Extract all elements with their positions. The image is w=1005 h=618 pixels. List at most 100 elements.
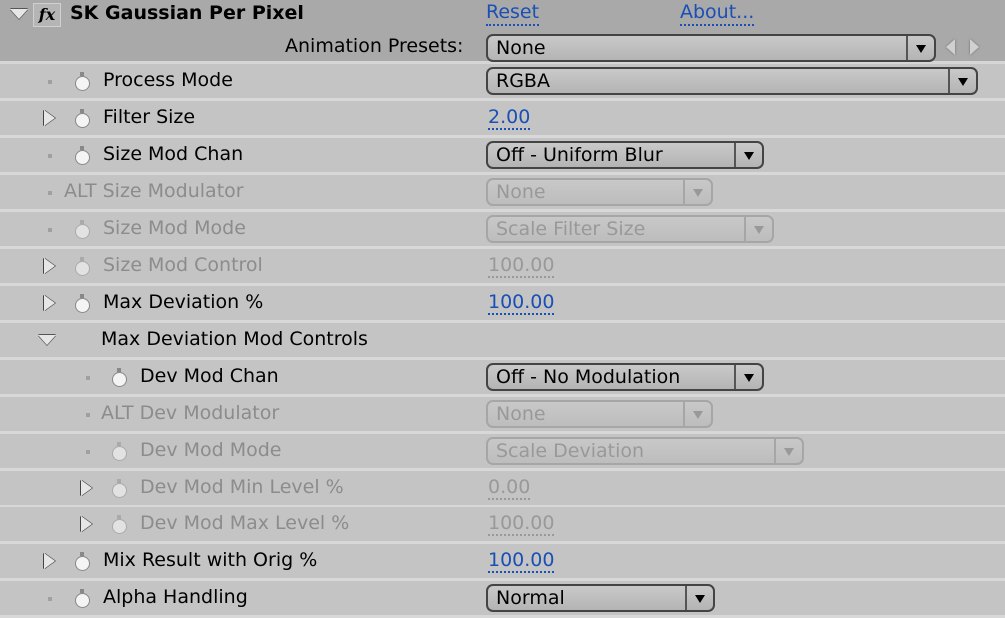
expand-twirl-icon[interactable]	[81, 516, 92, 532]
chevron-down-icon	[693, 189, 703, 197]
expand-twirl-icon[interactable]	[81, 480, 92, 496]
param-label: Size Mod Chan	[103, 143, 244, 165]
param-label: Mix Result with Orig %	[103, 549, 318, 571]
max-deviation-value[interactable]: 100.00	[488, 291, 555, 315]
dropdown-value: Off - No Modulation	[496, 366, 681, 388]
size-mod-mode-dropdown[interactable]: Scale Filter Size	[486, 215, 774, 243]
alt-size-modulator-dropdown[interactable]: None	[486, 178, 713, 206]
stopwatch-icon[interactable]	[111, 515, 127, 534]
dropdown-value: Normal	[496, 587, 565, 609]
stopwatch-icon[interactable]	[74, 72, 90, 91]
param-row-mix-result: Mix Result with Orig % 100.00	[0, 544, 1005, 581]
bullet-icon	[48, 228, 52, 232]
bullet-icon	[48, 154, 52, 158]
reset-link[interactable]: Reset	[486, 0, 540, 26]
chevron-down-icon	[958, 78, 968, 86]
param-row-size-mod-control: Size Mod Control 100.00	[0, 249, 1005, 286]
stopwatch-icon[interactable]	[74, 294, 90, 313]
dev-mod-mode-dropdown[interactable]: Scale Deviation	[486, 437, 804, 465]
param-label: Process Mode	[103, 69, 233, 91]
effect-controls-panel: fx SK Gaussian Per Pixel Reset About... …	[0, 0, 1005, 618]
expand-twirl-icon[interactable]	[44, 553, 55, 569]
param-row-process-mode: Process Mode RGBA	[0, 64, 1005, 101]
filter-size-value[interactable]: 2.00	[488, 106, 531, 130]
previous-preset-icon[interactable]	[946, 39, 955, 55]
param-row-alt-dev-modulator: ALT Dev Modulator None	[0, 397, 1005, 434]
chevron-down-icon	[695, 595, 705, 603]
chevron-down-icon	[784, 448, 794, 456]
chevron-down-icon	[916, 45, 926, 53]
collapse-effect-twirl-icon[interactable]	[10, 9, 28, 19]
chevron-down-icon	[693, 411, 703, 419]
bullet-icon	[48, 597, 52, 601]
size-mod-control-value[interactable]: 100.00	[488, 254, 555, 278]
animation-presets-dropdown[interactable]: None	[486, 34, 936, 62]
param-label: Size Mod Control	[103, 254, 263, 276]
next-preset-icon[interactable]	[970, 39, 979, 55]
dropdown-value: Scale Deviation	[496, 440, 645, 462]
dropdown-button[interactable]	[948, 69, 976, 93]
effect-header: fx SK Gaussian Per Pixel Reset About...	[0, 0, 1005, 31]
param-row-max-deviation: Max Deviation % 100.00	[0, 286, 1005, 323]
dropdown-button[interactable]	[744, 217, 772, 241]
stopwatch-icon[interactable]	[74, 257, 90, 276]
param-label: Dev Mod Max Level %	[140, 512, 350, 534]
alt-dev-modulator-dropdown[interactable]: None	[486, 400, 713, 428]
dev-mod-min-level-value[interactable]: 0.00	[488, 476, 531, 500]
size-mod-chan-dropdown[interactable]: Off - Uniform Blur	[486, 141, 764, 169]
dropdown-value: Off - Uniform Blur	[496, 144, 663, 166]
dropdown-button[interactable]	[683, 402, 711, 426]
param-label: Dev Mod Chan	[140, 365, 279, 387]
dropdown-value: None	[496, 403, 546, 425]
param-row-dev-mod-chan: Dev Mod Chan Off - No Modulation	[0, 360, 1005, 397]
dropdown-button[interactable]	[774, 439, 802, 463]
param-row-alpha-handling: Alpha Handling Normal	[0, 581, 1005, 618]
animation-presets-label: Animation Presets:	[285, 35, 464, 57]
bullet-icon	[48, 191, 52, 195]
stopwatch-icon[interactable]	[74, 220, 90, 239]
dropdown-value: Scale Filter Size	[496, 218, 646, 240]
param-label: Dev Mod Min Level %	[140, 476, 344, 498]
group-label: Max Deviation Mod Controls	[101, 328, 368, 350]
param-label: Size Mod Mode	[103, 217, 246, 239]
dropdown-value: None	[496, 181, 546, 203]
stopwatch-icon[interactable]	[74, 589, 90, 608]
stopwatch-icon[interactable]	[74, 552, 90, 571]
dropdown-button[interactable]	[906, 36, 934, 60]
process-mode-dropdown[interactable]: RGBA	[486, 67, 978, 95]
animation-presets-value: None	[496, 37, 546, 59]
stopwatch-icon[interactable]	[74, 109, 90, 128]
param-row-size-mod-chan: Size Mod Chan Off - Uniform Blur	[0, 138, 1005, 175]
param-row-dev-mod-mode: Dev Mod Mode Scale Deviation	[0, 434, 1005, 471]
effect-name: SK Gaussian Per Pixel	[70, 2, 304, 24]
dev-mod-max-level-value[interactable]: 100.00	[488, 512, 555, 536]
param-label: Max Deviation %	[103, 291, 264, 313]
stopwatch-icon[interactable]	[111, 442, 127, 461]
param-row-size-mod-mode: Size Mod Mode Scale Filter Size	[0, 212, 1005, 249]
stopwatch-icon[interactable]	[111, 479, 127, 498]
chevron-down-icon	[744, 374, 754, 382]
animation-presets-row: Animation Presets: None	[0, 31, 1005, 64]
about-link[interactable]: About...	[680, 0, 755, 26]
bullet-icon	[48, 80, 52, 84]
chevron-down-icon	[754, 226, 764, 234]
alpha-handling-dropdown[interactable]: Normal	[486, 584, 715, 612]
expand-twirl-icon[interactable]	[44, 258, 55, 274]
mix-result-value[interactable]: 100.00	[488, 549, 555, 573]
expand-twirl-icon[interactable]	[44, 110, 55, 126]
dropdown-button[interactable]	[683, 180, 711, 204]
dropdown-button[interactable]	[734, 143, 762, 167]
fx-toggle-icon[interactable]: fx	[33, 3, 61, 27]
param-row-dev-mod-min-level: Dev Mod Min Level % 0.00	[0, 471, 1005, 508]
dropdown-value: RGBA	[496, 70, 550, 92]
dev-mod-chan-dropdown[interactable]: Off - No Modulation	[486, 363, 764, 391]
stopwatch-icon[interactable]	[74, 146, 90, 165]
group-row-max-deviation-mod-controls: Max Deviation Mod Controls	[0, 323, 1005, 360]
chevron-down-icon	[744, 152, 754, 160]
expand-twirl-icon[interactable]	[44, 295, 55, 311]
bullet-icon	[86, 450, 90, 454]
dropdown-button[interactable]	[734, 365, 762, 389]
collapse-group-twirl-icon[interactable]	[38, 335, 56, 345]
stopwatch-icon[interactable]	[111, 368, 127, 387]
dropdown-button[interactable]	[685, 586, 713, 610]
